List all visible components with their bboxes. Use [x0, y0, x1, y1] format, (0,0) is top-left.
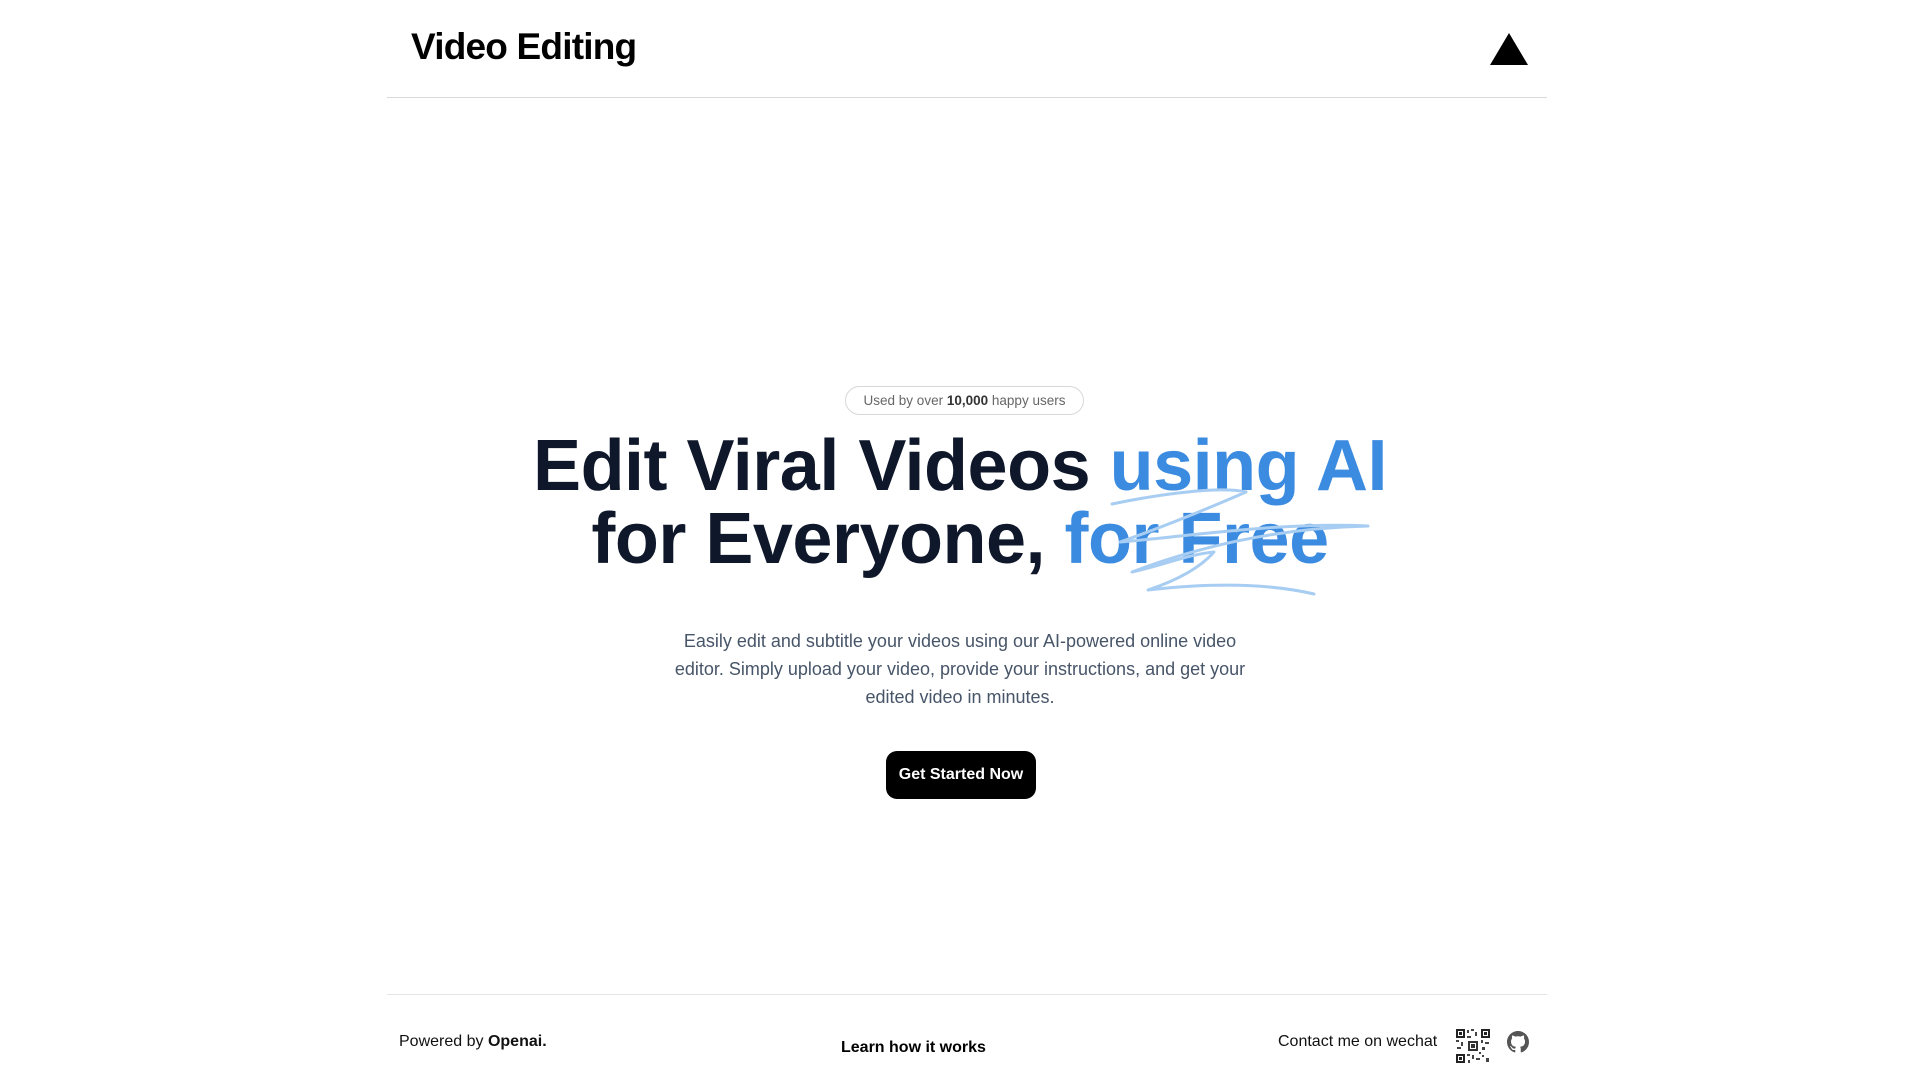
site-header: Video Editing	[387, 0, 1547, 98]
qr-code-icon[interactable]	[1455, 1028, 1491, 1064]
hero-subtitle: Easily edit and subtitle your videos usi…	[674, 631, 1246, 707]
hero-headline: Edit Viral Videos using AI for Everyone,…	[460, 430, 1460, 576]
brand-title[interactable]: Video Editing	[411, 26, 637, 68]
headline-line1-accent: using AI	[1109, 426, 1388, 506]
headline-line1-main: Edit Viral Videos	[533, 426, 1091, 506]
page: Video Editing Used by over 10,000 happy …	[0, 0, 1920, 1080]
badge-suffix: happy users	[991, 393, 1066, 408]
users-badge: Used by over 10,000 happy users	[845, 386, 1084, 415]
powered-brand-link[interactable]: Openai.	[488, 1033, 547, 1050]
site-footer: Powered by Openai. Learn how it works Co…	[387, 994, 1547, 1080]
headline-line2-main: for Everyone,	[591, 499, 1046, 579]
headline-line2-accent: for Free	[1064, 499, 1330, 579]
github-icon[interactable]	[1507, 1031, 1529, 1053]
triangle-logo-icon[interactable]	[1487, 29, 1531, 69]
contact-label: Contact me on wechat	[1278, 1033, 1438, 1050]
badge-prefix: Used by over	[863, 393, 944, 408]
powered-by: Powered by Openai.	[399, 1033, 547, 1051]
badge-count: 10,000	[946, 393, 989, 408]
learn-how-link[interactable]: Learn how it works	[841, 1039, 986, 1057]
get-started-button[interactable]: Get Started Now	[886, 751, 1036, 799]
powered-prefix: Powered by	[399, 1033, 484, 1050]
